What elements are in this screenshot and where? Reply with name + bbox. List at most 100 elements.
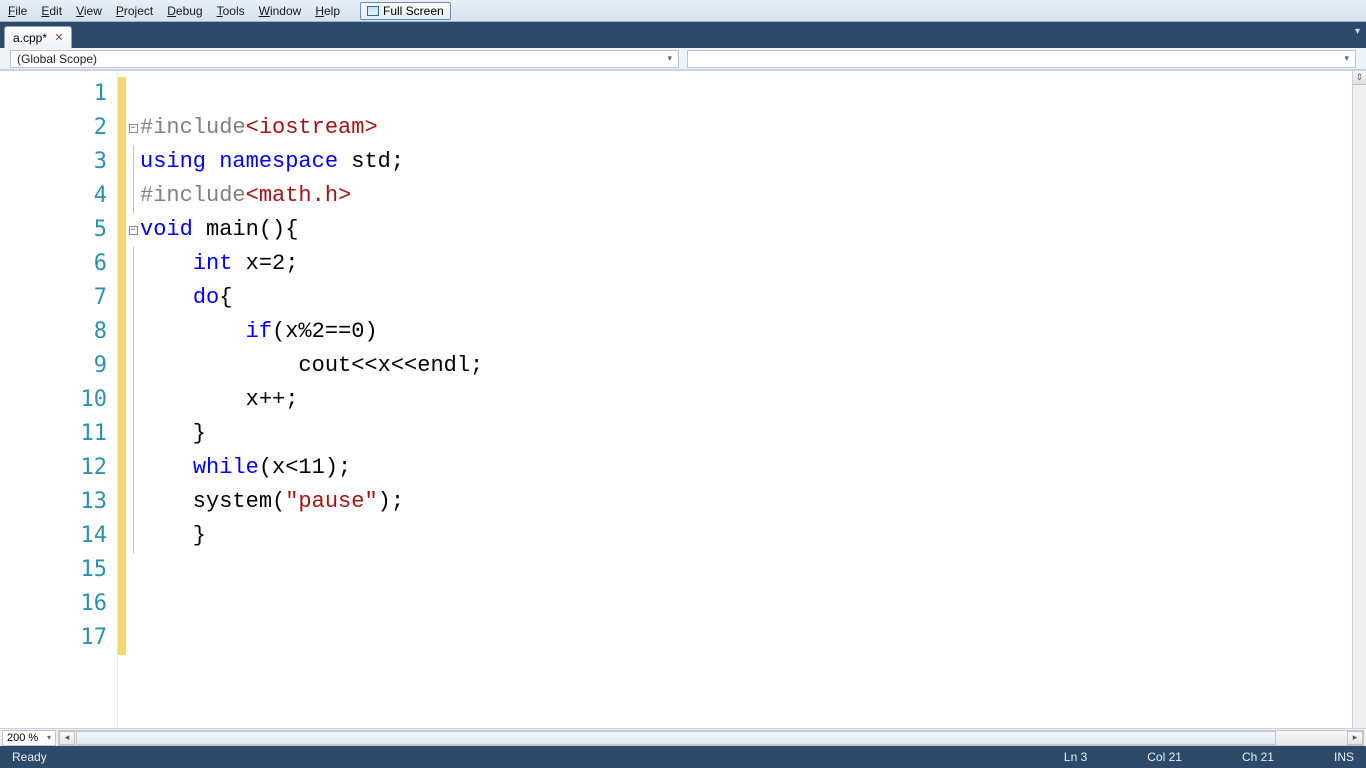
change-marker [118, 553, 126, 587]
fold-line-icon [133, 179, 134, 213]
line-number: 3 [0, 145, 117, 179]
line-number: 16 [0, 587, 117, 621]
fold-toggle-icon[interactable]: − [129, 124, 138, 133]
fold-cell [126, 315, 140, 349]
menu-item-view[interactable]: View [76, 4, 102, 18]
line-number: 7 [0, 281, 117, 315]
chevron-down-icon: ▾ [1344, 53, 1349, 64]
code-area[interactable]: #include<iostream>using namespace std;#i… [140, 71, 1352, 728]
fullscreen-button[interactable]: Full Screen [360, 2, 451, 20]
code-line[interactable]: int x=2; [140, 247, 1352, 281]
menu-item-help[interactable]: Help [315, 4, 340, 18]
document-tab-active[interactable]: a.cpp* ✕ [4, 26, 72, 48]
fold-line-icon [133, 485, 134, 519]
code-line[interactable]: x++; [140, 383, 1352, 417]
fold-line-icon [133, 519, 134, 553]
line-number: 1 [0, 77, 117, 111]
menu-item-window[interactable]: Window [259, 4, 302, 18]
code-line[interactable]: #include<iostream> [140, 111, 1352, 145]
fold-toggle-icon[interactable]: − [129, 226, 138, 235]
fold-cell [126, 519, 140, 553]
scope-dropdown-right[interactable]: ▾ [687, 50, 1356, 68]
code-line[interactable] [140, 77, 1352, 111]
fold-cell [126, 77, 140, 111]
code-line[interactable]: using namespace std; [140, 145, 1352, 179]
code-line[interactable]: system("pause"); [140, 485, 1352, 519]
fold-cell[interactable]: − [126, 213, 140, 247]
code-line[interactable]: while(x<11); [140, 451, 1352, 485]
fold-cell [126, 179, 140, 213]
change-marker [118, 349, 126, 383]
change-marker [118, 383, 126, 417]
chevron-down-icon: ▾ [47, 733, 51, 742]
fold-line-icon [133, 383, 134, 417]
line-number-gutter: 1234567891011121314151617 [0, 71, 118, 728]
code-line[interactable]: } [140, 417, 1352, 451]
fold-cell [126, 281, 140, 315]
fold-line-icon [133, 349, 134, 383]
line-number: 15 [0, 553, 117, 587]
line-number: 6 [0, 247, 117, 281]
fold-line-icon [133, 451, 134, 485]
horizontal-scrollbar[interactable]: ◂ ▸ [58, 730, 1364, 746]
line-number: 8 [0, 315, 117, 349]
change-marker [118, 485, 126, 519]
line-number: 5 [0, 213, 117, 247]
change-marker [118, 451, 126, 485]
fold-cell [126, 417, 140, 451]
change-marker [118, 179, 126, 213]
fold-line-icon [133, 145, 134, 179]
fold-cell [126, 349, 140, 383]
line-number: 17 [0, 621, 117, 655]
change-marker [118, 77, 126, 111]
fold-cell [126, 553, 140, 587]
tab-overflow-icon[interactable]: ▾ [1355, 26, 1360, 37]
menu-item-file[interactable]: File [8, 4, 27, 18]
fold-line-icon [133, 417, 134, 451]
fold-cell [126, 587, 140, 621]
fullscreen-icon [367, 6, 379, 16]
outlining-strip: −− [126, 71, 140, 728]
change-marker [118, 315, 126, 349]
code-editor[interactable]: 1234567891011121314151617 −− #include<io… [0, 70, 1366, 728]
change-marker [118, 111, 126, 145]
zoom-value: 200 % [7, 732, 38, 744]
fold-line-icon [133, 247, 134, 281]
fold-cell[interactable]: − [126, 111, 140, 145]
code-line[interactable]: #include<math.h> [140, 179, 1352, 213]
menu-item-edit[interactable]: Edit [41, 4, 62, 18]
scope-dropdown-left[interactable]: (Global Scope) ▾ [10, 50, 679, 68]
fold-cell [126, 145, 140, 179]
code-line[interactable] [140, 587, 1352, 621]
line-number: 11 [0, 417, 117, 451]
change-marker [118, 621, 126, 655]
scrollbar-thumb[interactable] [76, 731, 1276, 745]
code-line[interactable]: void main(){ [140, 213, 1352, 247]
editor-bottom-strip: 200 % ▾ ◂ ▸ [0, 728, 1366, 746]
line-number: 10 [0, 383, 117, 417]
change-marker [118, 281, 126, 315]
change-indicator-strip [118, 71, 126, 728]
code-line[interactable]: do{ [140, 281, 1352, 315]
line-number: 14 [0, 519, 117, 553]
close-icon[interactable]: ✕ [53, 32, 65, 44]
line-number: 4 [0, 179, 117, 213]
scroll-left-icon[interactable]: ◂ [59, 731, 75, 745]
code-line[interactable]: if(x%2==0) [140, 315, 1352, 349]
line-number: 9 [0, 349, 117, 383]
code-line[interactable] [140, 553, 1352, 587]
code-line[interactable] [140, 621, 1352, 655]
status-ins: INS [1334, 750, 1354, 764]
code-line[interactable]: cout<<x<<endl; [140, 349, 1352, 383]
split-grip-icon[interactable]: ⇕ [1353, 71, 1366, 85]
scroll-right-icon[interactable]: ▸ [1347, 731, 1363, 745]
fold-cell [126, 451, 140, 485]
menu-item-debug[interactable]: Debug [167, 4, 202, 18]
fold-line-icon [133, 315, 134, 349]
zoom-level-dropdown[interactable]: 200 % ▾ [2, 730, 56, 746]
menu-item-tools[interactable]: Tools [217, 4, 245, 18]
code-line[interactable]: } [140, 519, 1352, 553]
vertical-scrollbar[interactable]: ⇕ [1352, 71, 1366, 728]
tab-title: a.cpp* [13, 31, 47, 45]
menu-item-project[interactable]: Project [116, 4, 153, 18]
